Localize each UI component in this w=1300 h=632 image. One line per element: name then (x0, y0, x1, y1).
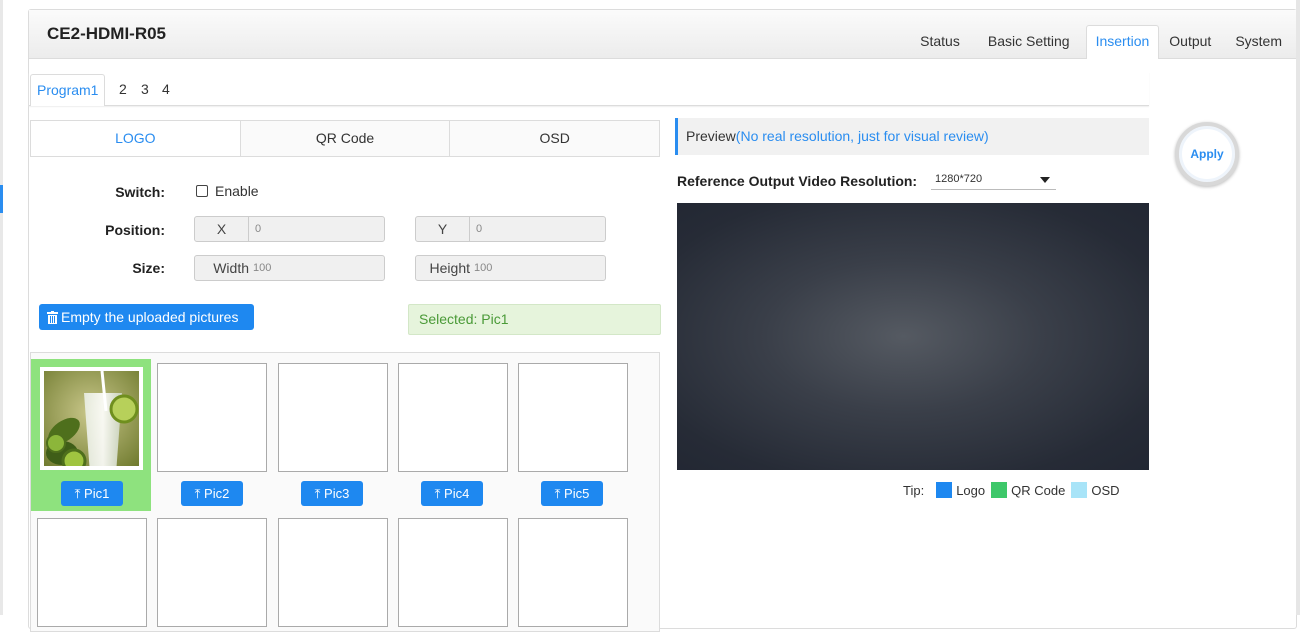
empty-pictures-button[interactable]: Empty the uploaded pictures (39, 304, 254, 330)
enable-checkbox[interactable] (196, 185, 208, 197)
preview-title: Preview (686, 128, 736, 144)
trash-icon (47, 306, 58, 332)
y-field[interactable]: Y 0 (415, 216, 606, 242)
nav-output[interactable]: Output (1169, 26, 1211, 60)
tab-program1[interactable]: Program1 (30, 74, 106, 106)
header-bar: CE2-HDMI-R05 Status Basic Setting Insert… (29, 10, 1296, 59)
nav-system[interactable]: System (1235, 26, 1282, 60)
enable-label: Enable (215, 183, 259, 199)
apply-button[interactable]: Apply (1175, 122, 1239, 186)
resolution-select[interactable]: 1280*720 (931, 168, 1056, 190)
upload-pic1-button[interactable]: ⤒ Pic1 (61, 481, 123, 506)
pic3-thumbnail[interactable] (278, 363, 388, 472)
qr-swatch (991, 482, 1008, 498)
resolution-label: Reference Output Video Resolution: (677, 173, 918, 189)
upload-icon: ⤒ (194, 486, 201, 501)
pic8-thumbnail[interactable] (278, 518, 388, 627)
device-name: CE2-HDMI-R05 (47, 24, 167, 43)
main-nav: Status Basic Setting Insertion Output Sy… (920, 25, 1296, 60)
sidebar-edge (0, 0, 3, 615)
x-addon: X (195, 217, 249, 241)
pic6-thumbnail[interactable] (37, 518, 147, 627)
pic4-thumbnail[interactable] (398, 363, 508, 472)
height-value[interactable]: 100 (470, 256, 492, 280)
legend-osd: OSD (1091, 482, 1120, 498)
tab-program4[interactable]: 4 (162, 74, 170, 106)
upload-icon: ⤒ (74, 486, 81, 501)
pic1-thumbnail[interactable] (36, 363, 147, 474)
tab-logo[interactable]: LOGO (31, 121, 241, 156)
sidebar-indicator (0, 185, 3, 213)
upload-pic4-button[interactable]: ⤒ Pic4 (421, 481, 483, 506)
insertion-type-tabs: LOGO QR Code OSD (30, 120, 660, 157)
program-tabs: Program1 2 3 4 (29, 72, 1149, 106)
tab-program3[interactable]: 3 (141, 74, 149, 106)
nav-insertion[interactable]: Insertion (1085, 25, 1160, 59)
osd-swatch (1071, 482, 1088, 498)
upload-icon: ⤒ (434, 486, 441, 501)
legend-logo: Logo (956, 482, 986, 498)
position-label: Position: (105, 222, 165, 238)
main-panel: CE2-HDMI-R05 Status Basic Setting Insert… (28, 9, 1297, 632)
upload-pic5-label: Pic5 (564, 486, 590, 501)
upload-icon: ⤒ (314, 486, 321, 501)
nav-status[interactable]: Status (920, 26, 960, 60)
y-addon: Y (416, 217, 470, 241)
logo-swatch (936, 482, 953, 498)
pic9-thumbnail[interactable] (398, 518, 508, 627)
switch-label: Switch: (115, 184, 165, 200)
legend-qr: QR Code (1011, 482, 1066, 498)
selected-indicator: Selected: Pic1 (408, 304, 661, 335)
legend: Tip: Logo QR Code OSD (903, 482, 1120, 498)
upload-pic1-label: Pic1 (84, 486, 110, 501)
x-field[interactable]: X 0 (194, 216, 385, 242)
height-field[interactable]: Height 100 (415, 255, 606, 281)
tab-qr-code[interactable]: QR Code (241, 121, 451, 156)
nav-basic-setting[interactable]: Basic Setting (988, 26, 1070, 60)
upload-pic5-button[interactable]: ⤒ Pic5 (541, 481, 603, 506)
width-value[interactable]: 100 (249, 256, 271, 280)
preview-header: Preview(No real resolution, just for vis… (675, 118, 1149, 155)
pic7-thumbnail[interactable] (157, 518, 267, 627)
empty-pictures-label: Empty the uploaded pictures (61, 309, 239, 325)
upload-icon: ⤒ (554, 486, 561, 501)
pic5-thumbnail[interactable] (518, 363, 628, 472)
width-field[interactable]: Width 100 (194, 255, 385, 281)
preview-canvas (677, 203, 1149, 470)
picture-gallery: ⤒ Pic1 ⤒ Pic2 ⤒ Pic3 ⤒ Pic4 ⤒ Pic5 (30, 352, 660, 632)
upload-pic3-button[interactable]: ⤒ Pic3 (301, 481, 363, 506)
y-value[interactable]: 0 (470, 217, 482, 241)
pic2-thumbnail[interactable] (157, 363, 267, 472)
legend-tip: Tip: (903, 482, 925, 498)
drink-image (44, 371, 139, 466)
resolution-value: 1280*720 (935, 173, 983, 185)
chevron-down-icon (1040, 177, 1050, 183)
upload-pic4-label: Pic4 (444, 486, 470, 501)
upload-pic2-label: Pic2 (204, 486, 230, 501)
upload-pic2-button[interactable]: ⤒ Pic2 (181, 481, 243, 506)
x-value[interactable]: 0 (249, 217, 261, 241)
size-label: Size: (132, 260, 165, 276)
pic10-thumbnail[interactable] (518, 518, 628, 627)
upload-pic3-label: Pic3 (324, 486, 350, 501)
tab-program2[interactable]: 2 (119, 74, 127, 106)
height-addon: Height (429, 260, 470, 276)
scrollbar[interactable] (1296, 0, 1300, 615)
tab-osd[interactable]: OSD (450, 121, 659, 156)
width-addon: Width (213, 260, 249, 276)
preview-note: (No real resolution, just for visual rev… (735, 128, 989, 144)
